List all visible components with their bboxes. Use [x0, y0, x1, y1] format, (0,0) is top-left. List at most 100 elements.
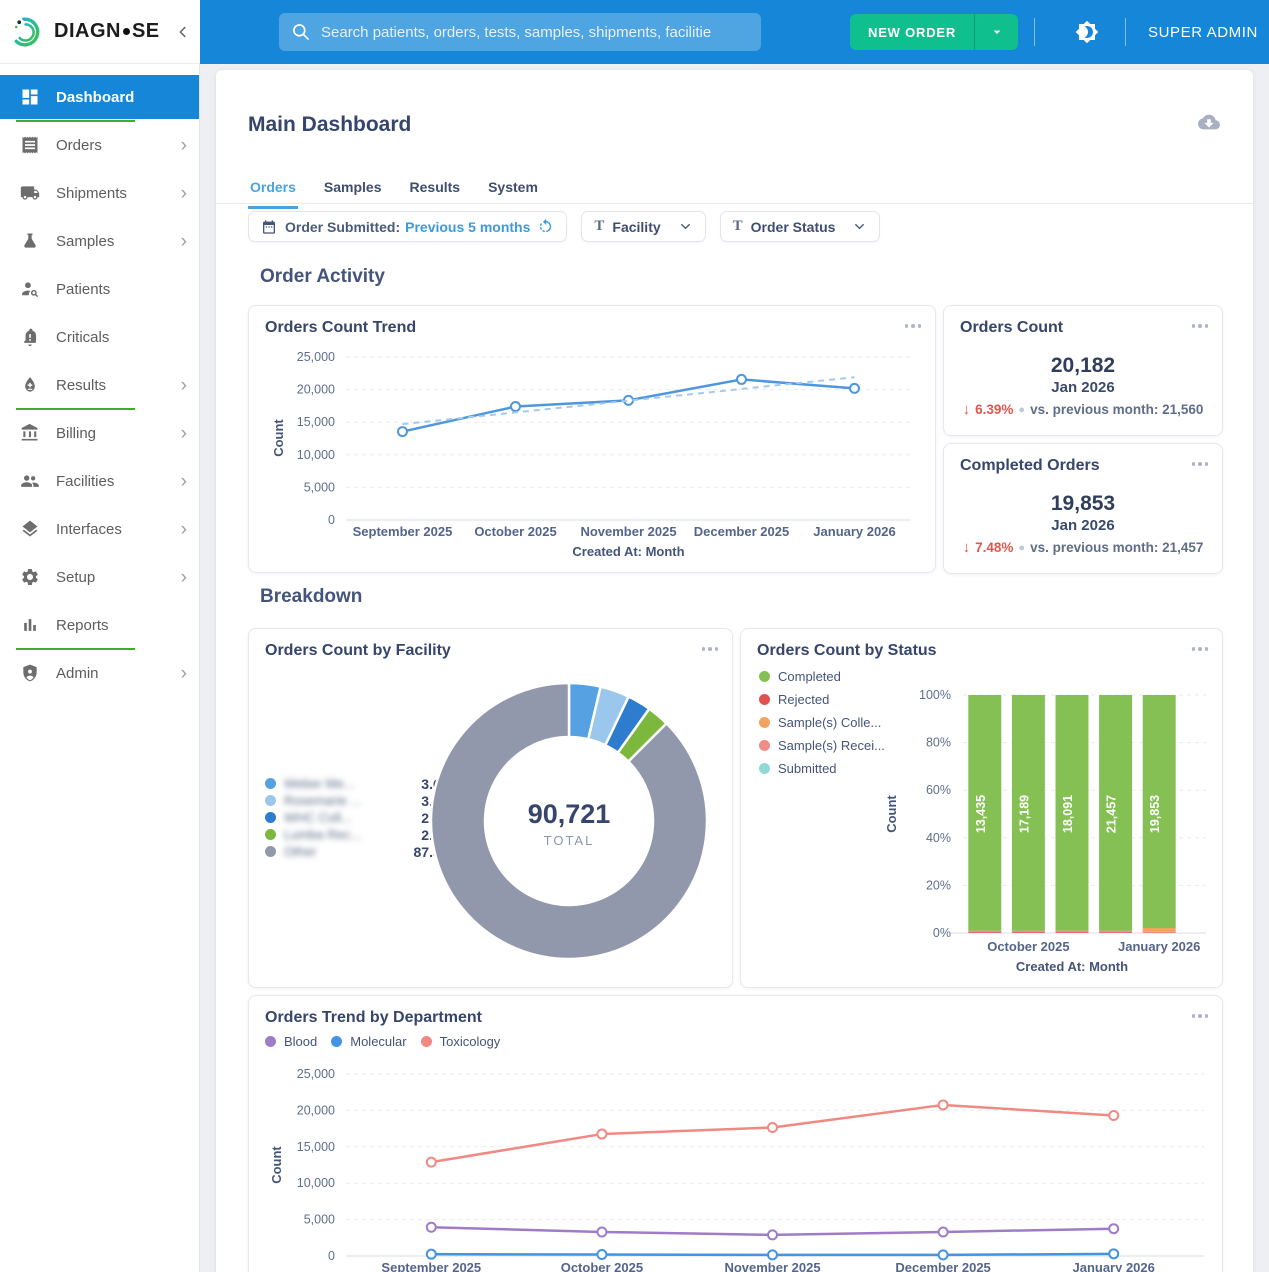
sidebar-item-interfaces[interactable]: Interfaces › [0, 507, 199, 551]
sidebar-item-label: Criticals [56, 329, 109, 346]
sidebar-item-label: Billing [56, 425, 96, 442]
filter-bar: Order Submitted: Previous 5 months T Fac… [248, 211, 880, 242]
card-menu-button[interactable] [1189, 462, 1209, 466]
sidebar-item-label: Interfaces [56, 521, 122, 538]
search-icon [291, 22, 311, 42]
svg-text:October 2025: October 2025 [561, 1260, 643, 1272]
new-order-dropdown-button[interactable] [974, 14, 1018, 50]
filter-label: Facility [612, 219, 660, 235]
orders-count-card: Orders Count 20,182 Jan 2026 ↓ 6.39% ● v… [943, 305, 1223, 436]
search-input[interactable] [321, 24, 749, 41]
tabs-divider [216, 203, 1253, 204]
chevron-left-icon [174, 23, 192, 41]
new-order-split-button[interactable]: NEW ORDER [850, 14, 1018, 50]
brand-mark-icon [12, 15, 46, 49]
card-title: Orders Count [960, 319, 1063, 337]
svg-text:October 2025: October 2025 [474, 524, 556, 539]
svg-text:December 2025: December 2025 [694, 524, 789, 539]
delta-compare: vs. previous month: 21,457 [1030, 540, 1203, 555]
sidebar-item-setup[interactable]: Setup › [0, 555, 199, 599]
theme-toggle-button[interactable] [1075, 20, 1099, 49]
svg-text:Created At: Month: Created At: Month [572, 544, 684, 559]
sidebar-item-admin[interactable]: Admin› [0, 651, 199, 695]
layers-icon [20, 519, 40, 539]
svg-text:18,091: 18,091 [1061, 795, 1075, 833]
chevron-right-icon: › [181, 520, 187, 539]
completed-orders-card: Completed Orders 19,853 Jan 2026 ↓ 7.48%… [943, 443, 1223, 574]
filter-order-status[interactable]: T Order Status [720, 211, 881, 242]
sidebar-item-label: Dashboard [56, 89, 134, 106]
export-dashboard-button[interactable] [1198, 111, 1220, 138]
chevron-right-icon: › [181, 232, 187, 251]
sidebar-item-dashboard[interactable]: Dashboard [0, 75, 199, 119]
stat-body: 20,182 Jan 2026 ↓ 6.39% ● vs. previous m… [944, 354, 1222, 418]
sidebar-item-results[interactable]: Results› [0, 363, 199, 407]
sidebar-item-samples[interactable]: Samples › [0, 219, 199, 263]
main-content: Main Dashboard OrdersSamplesResultsSyste… [216, 70, 1253, 1272]
orders-count-trend-card: Orders Count Trend 05,00010,00015,00020,… [248, 305, 936, 573]
sidebar-item-label: Patients [56, 281, 110, 298]
donut-center: 90,721 TOTAL [469, 799, 669, 848]
chevron-down-icon [678, 219, 693, 234]
sidebar-item-label: Results [56, 377, 106, 394]
sidebar-item-reports[interactable]: Reports [0, 603, 199, 647]
stat-delta: ↓ 6.39% ● vs. previous month: 21,560 [944, 401, 1222, 418]
svg-text:25,000: 25,000 [297, 350, 335, 364]
card-menu-button[interactable] [1189, 1014, 1209, 1018]
card-menu-button[interactable] [1189, 324, 1209, 328]
sidebar-item-facilities[interactable]: Facilities› [0, 459, 199, 503]
sidebar-item-shipments[interactable]: Shipments› [0, 171, 199, 215]
gear-icon [20, 567, 40, 587]
legend-dot-icon [331, 1036, 342, 1047]
filter-value: Previous 5 months [405, 219, 530, 235]
sidebar-item-label: Facilities [56, 473, 114, 490]
filter-facility[interactable]: T Facility [581, 211, 705, 242]
department-legend: BloodMolecularToxicology [265, 1034, 500, 1049]
truck-icon [20, 183, 40, 203]
filter-label: Order Submitted: [285, 219, 400, 235]
svg-text:13,435: 13,435 [974, 795, 988, 833]
svg-text:100%: 100% [919, 688, 951, 702]
chevron-right-icon: › [181, 184, 187, 203]
sidebar-collapse-button[interactable] [174, 23, 192, 41]
alert-bell-icon [20, 327, 40, 347]
sidebar-item-label: Orders [56, 137, 102, 154]
svg-text:10,000: 10,000 [297, 448, 335, 462]
brand-logo: DIAGNSE [0, 0, 200, 64]
sidebar-item-orders[interactable]: Orders› [0, 123, 199, 167]
orders-by-status-chart: 0%20%40%60%80%100%13,43517,18918,09121,4… [741, 629, 1224, 987]
reset-filter-icon[interactable] [537, 218, 554, 235]
filter-order-submitted[interactable]: Order Submitted: Previous 5 months [248, 211, 567, 242]
user-menu[interactable]: SUPER ADMIN [1148, 0, 1258, 64]
svg-text:20%: 20% [926, 878, 951, 892]
svg-text:September 2025: September 2025 [381, 1260, 481, 1272]
sidebar-section-divider [16, 408, 135, 410]
svg-text:80%: 80% [926, 736, 951, 750]
dot-separator: ● [1018, 542, 1025, 554]
chevron-down-icon [852, 219, 867, 234]
filter-type-icon: T [733, 218, 743, 235]
chevron-right-icon: › [181, 568, 187, 587]
global-search[interactable] [279, 13, 761, 51]
new-order-button[interactable]: NEW ORDER [850, 14, 974, 50]
sidebar-item-patients[interactable]: Patients [0, 267, 199, 311]
card-title: Completed Orders [960, 457, 1100, 475]
svg-text:5,000: 5,000 [304, 480, 335, 494]
card-menu-button[interactable] [902, 324, 922, 328]
sidebar-item-label: Setup [56, 569, 95, 586]
svg-text:September 2025: September 2025 [353, 524, 453, 539]
sidebar-item-label: Admin [56, 665, 99, 682]
sidebar-item-billing[interactable]: Billing› [0, 411, 199, 455]
calendar-icon [261, 219, 277, 235]
sidebar-item-label: Samples [56, 233, 114, 250]
svg-text:November 2025: November 2025 [580, 524, 676, 539]
svg-text:Created At: Month: Created At: Month [1016, 959, 1128, 974]
caret-down-icon [989, 24, 1005, 40]
sidebar-item-criticals[interactable]: Criticals [0, 315, 199, 359]
svg-text:15,000: 15,000 [297, 415, 335, 429]
orders-count-trend-chart: 05,00010,00015,00020,00025,000September … [249, 346, 937, 572]
svg-text:December 2025: December 2025 [895, 1260, 990, 1272]
svg-text:25,000: 25,000 [297, 1067, 335, 1081]
cloud-download-icon [1198, 111, 1220, 133]
svg-text:Count: Count [884, 795, 899, 833]
